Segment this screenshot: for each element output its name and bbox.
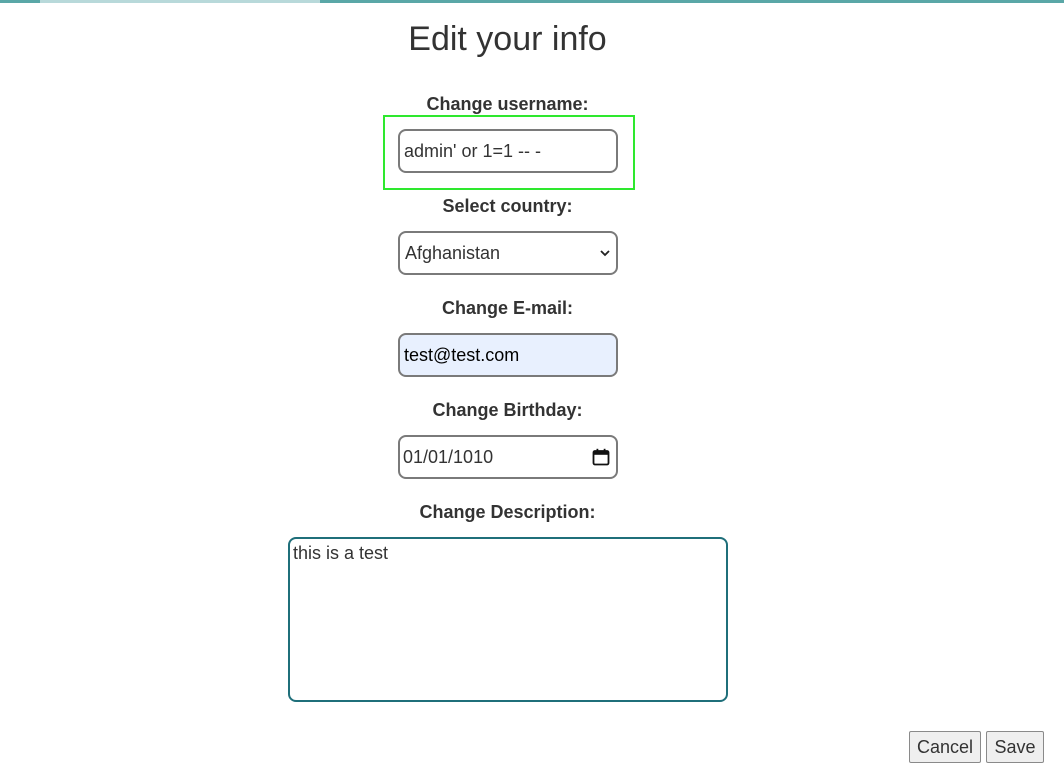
description-label: Change Description: [419,502,596,522]
country-select[interactable]: Afghanistan [398,231,618,275]
description-value: this is a test [293,543,389,563]
username-value: admin' or 1=1 -- - [404,140,541,161]
email-label: Change E-mail: [441,298,574,318]
birthday-label: Change Birthday: [432,400,583,420]
birthday-value: 01/01/1010 [403,446,494,467]
page-title: Edit your info [408,20,607,58]
birthday-input[interactable]: 01/01/1010 [398,435,618,479]
country-label: Select country: [442,196,573,216]
cancel-button[interactable]: Cancel [909,731,981,763]
calendar-icon[interactable] [592,448,610,466]
email-value: test@test.com [404,344,520,365]
username-label: Change username: [426,94,589,114]
edit-info-form: Edit your info Change username: admin' o… [0,0,1064,783]
email-input[interactable]: test@test.com [398,333,618,377]
chevron-down-icon [600,250,610,257]
description-textarea[interactable]: this is a test [288,537,728,702]
country-selected-value: Afghanistan [405,242,501,263]
username-input[interactable]: admin' or 1=1 -- - [398,129,618,173]
save-button[interactable]: Save [986,731,1044,763]
